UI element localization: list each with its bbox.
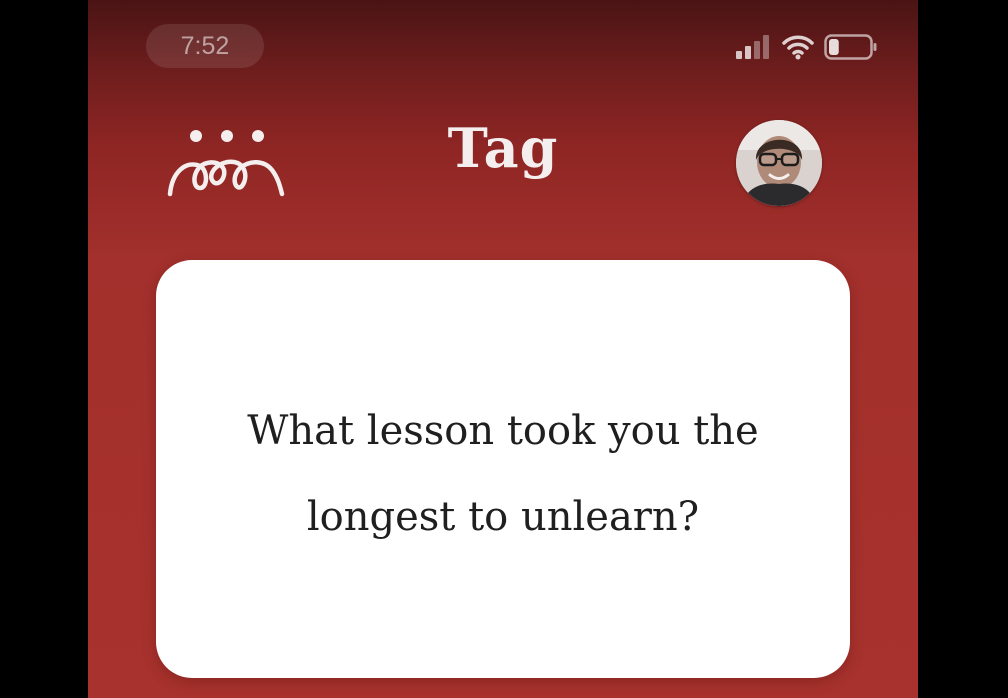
battery-icon bbox=[824, 34, 877, 60]
profile-avatar[interactable] bbox=[736, 120, 822, 206]
question-card[interactable]: What lesson took you the longest to unle… bbox=[156, 260, 850, 678]
question-text: What lesson took you the longest to unle… bbox=[247, 408, 759, 540]
status-time: 7:52 bbox=[146, 24, 264, 68]
status-icons bbox=[736, 34, 878, 60]
app-screen: 7:52 Tag What lesson took you the longes… bbox=[88, 0, 918, 698]
cellular-signal-icon bbox=[736, 35, 769, 59]
wifi-icon bbox=[782, 35, 814, 60]
